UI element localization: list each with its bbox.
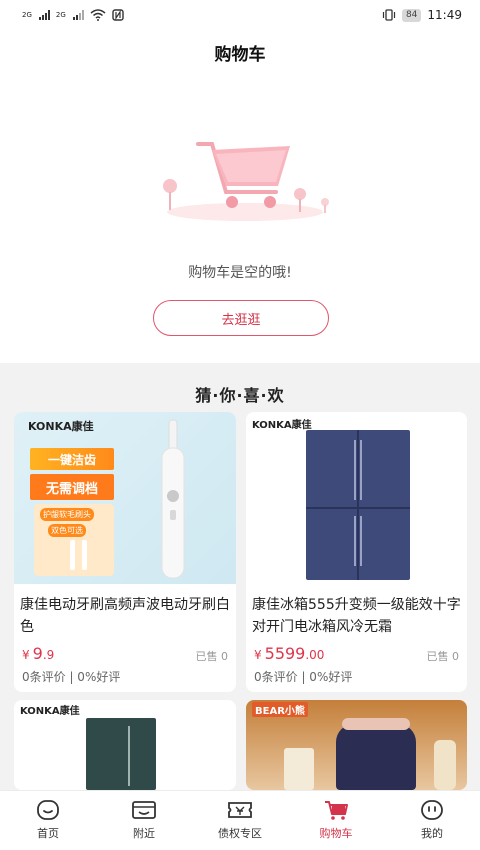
product-card[interactable]: KONKA康佳: [14, 700, 236, 790]
brush-head-2: [82, 540, 87, 570]
clock: 11:49: [427, 8, 462, 22]
ticket-icon: [228, 802, 252, 818]
product-card[interactable]: KONKA康佳 康佳冰箱555升变频一级能效十字对开门电冰箱风冷无霜 ¥5599…: [246, 412, 467, 692]
sold-count: 已售 0: [426, 650, 460, 663]
tab-nearby[interactable]: 附近: [96, 791, 192, 850]
status-bar: 2G 2G 84 11:49: [0, 0, 480, 30]
vibrate-icon: [382, 9, 396, 21]
product-image: BEAR小熊: [246, 700, 467, 790]
profile-icon: [421, 800, 443, 820]
cart-icon: [325, 801, 348, 820]
signal-icon: [38, 10, 50, 20]
product-image: KONKA康佳: [14, 700, 236, 790]
brand-label: BEAR小熊: [252, 702, 308, 717]
fridge-product-image: [306, 430, 410, 580]
battery-level: 84: [401, 8, 422, 22]
tab-cart[interactable]: 购物车: [288, 791, 384, 850]
wifi-icon: [90, 9, 106, 21]
product-price: ¥5599.00: [254, 644, 324, 663]
tab-profile[interactable]: 我的: [384, 791, 480, 850]
go-shopping-button[interactable]: 去逛逛: [153, 300, 329, 336]
sim2-tag: 2G: [55, 11, 66, 19]
empty-cart-illustration: [163, 142, 329, 221]
tab-debt-zone[interactable]: 债权专区: [192, 791, 288, 850]
brand-label: KONKA康佳: [28, 420, 94, 433]
tab-home[interactable]: 首页: [0, 791, 96, 850]
fridge-handle: [128, 726, 130, 786]
nfc-icon: [112, 9, 124, 21]
price-int: 9: [32, 644, 43, 663]
product-name: 康佳电动牙刷高频声波电动牙刷白色: [20, 597, 230, 635]
product-name: 康佳冰箱555升变频一级能效十字对开门电冰箱风冷无霜: [252, 597, 461, 635]
product-card[interactable]: KONKA康佳 一键洁齿 无需调档 护龈软毛刷头 双色可选 康佳电动牙刷高频声波…: [14, 412, 236, 692]
tree-left-icon: [163, 179, 177, 210]
page-title: 购物车: [214, 45, 266, 65]
tab-label: 我的: [421, 827, 443, 840]
kettle-lid: [342, 718, 410, 730]
promo-panel: 护龈软毛刷头 双色可选: [34, 504, 114, 576]
tab-label: 购物车: [319, 827, 353, 840]
status-right: 84 11:49: [382, 8, 462, 22]
product-price: ¥9.9: [22, 644, 54, 663]
signal-icon-2: [72, 10, 84, 20]
review-summary: 0条评价 | 0%好评: [254, 670, 353, 684]
brush-head-1: [70, 540, 75, 570]
sim1-tag: 2G: [22, 11, 32, 19]
brand-label: KONKA康佳: [252, 420, 312, 431]
toothbrush-product-image: [161, 419, 185, 579]
promo-badge-mid: 无需调档: [30, 474, 114, 500]
tab-label: 首页: [37, 827, 59, 840]
recommend-title: 猜·你·喜·欢: [195, 386, 285, 405]
cup-image: [284, 748, 314, 790]
nearby-icon: [132, 801, 156, 819]
price-int: 5599: [264, 644, 306, 663]
price-dec: .00: [305, 648, 325, 662]
promo-feature-2: 双色可选: [48, 524, 86, 537]
product-image: KONKA康佳: [246, 412, 467, 584]
currency-symbol: ¥: [22, 648, 30, 662]
status-left: 2G 2G: [22, 9, 124, 21]
sold-count: 已售 0: [195, 650, 229, 663]
brand-label: KONKA康佳: [20, 706, 80, 717]
price-dec: .9: [42, 648, 55, 662]
kettle-product-image: [336, 724, 416, 790]
bottom-tab-bar: 首页 附近 债权专区 购物车 我的: [0, 790, 480, 850]
promo-badge-top: 一键洁齿: [30, 448, 114, 470]
home-face-icon: [37, 800, 59, 820]
currency-symbol: ¥: [254, 648, 262, 662]
promo-feature-1: 护龈软毛刷头: [40, 508, 94, 521]
product-card[interactable]: BEAR小熊: [246, 700, 467, 790]
fridge-product-image: [86, 718, 156, 790]
tab-label: 债权专区: [218, 827, 262, 840]
empty-cart-message: 购物车是空的哦!: [188, 265, 292, 281]
product-image: KONKA康佳 一键洁齿 无需调档 护龈软毛刷头 双色可选: [14, 412, 236, 584]
tab-label: 附近: [133, 827, 155, 840]
review-summary: 0条评价 | 0%好评: [22, 670, 121, 684]
bottle-image: [434, 740, 456, 790]
